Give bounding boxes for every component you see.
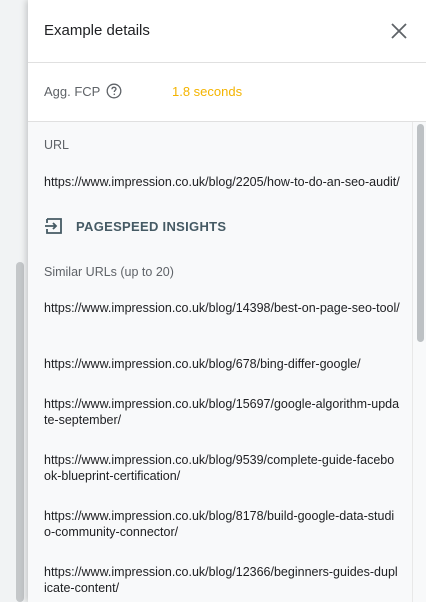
metric-row: Agg. FCP 1.8 seconds xyxy=(28,63,426,122)
url-section-label: URL xyxy=(44,138,70,152)
content-scrollbar-track[interactable] xyxy=(412,122,426,602)
metric-value: 1.8 seconds xyxy=(172,84,243,99)
main-url: https://www.impression.co.uk/blog/2205/h… xyxy=(44,175,400,189)
pagespeed-insights-link[interactable]: PAGESPEED INSIGHTS xyxy=(44,216,226,236)
similar-url-item: https://www.impression.co.uk/blog/15697/… xyxy=(44,397,400,427)
content-scrollbar-thumb[interactable] xyxy=(417,124,424,342)
panel-title: Example details xyxy=(44,22,150,39)
details-panel: Example details Agg. FCP 1.8 seconds URL… xyxy=(28,0,426,602)
help-icon[interactable] xyxy=(106,83,122,99)
similar-url-item: https://www.impression.co.uk/blog/12366/… xyxy=(44,565,398,595)
similar-url-item: https://www.impression.co.uk/blog/678/bi… xyxy=(44,357,361,371)
open-in-icon xyxy=(45,218,62,234)
background-scrollbar[interactable] xyxy=(16,262,24,602)
pagespeed-insights-label: PAGESPEED INSIGHTS xyxy=(76,218,227,234)
close-icon[interactable] xyxy=(390,22,408,40)
metric-label: Agg. FCP xyxy=(44,84,101,99)
similar-url-item: https://www.impression.co.uk/blog/14398/… xyxy=(44,301,400,315)
similar-url-item: https://www.impression.co.uk/blog/9539/c… xyxy=(44,453,395,483)
details-content: URL https://www.impression.co.uk/blog/22… xyxy=(28,122,412,602)
similar-url-item: https://www.impression.co.uk/blog/8178/b… xyxy=(44,509,395,539)
panel-header: Example details xyxy=(28,0,426,63)
similar-urls-label: Similar URLs (up to 20) xyxy=(44,265,174,279)
